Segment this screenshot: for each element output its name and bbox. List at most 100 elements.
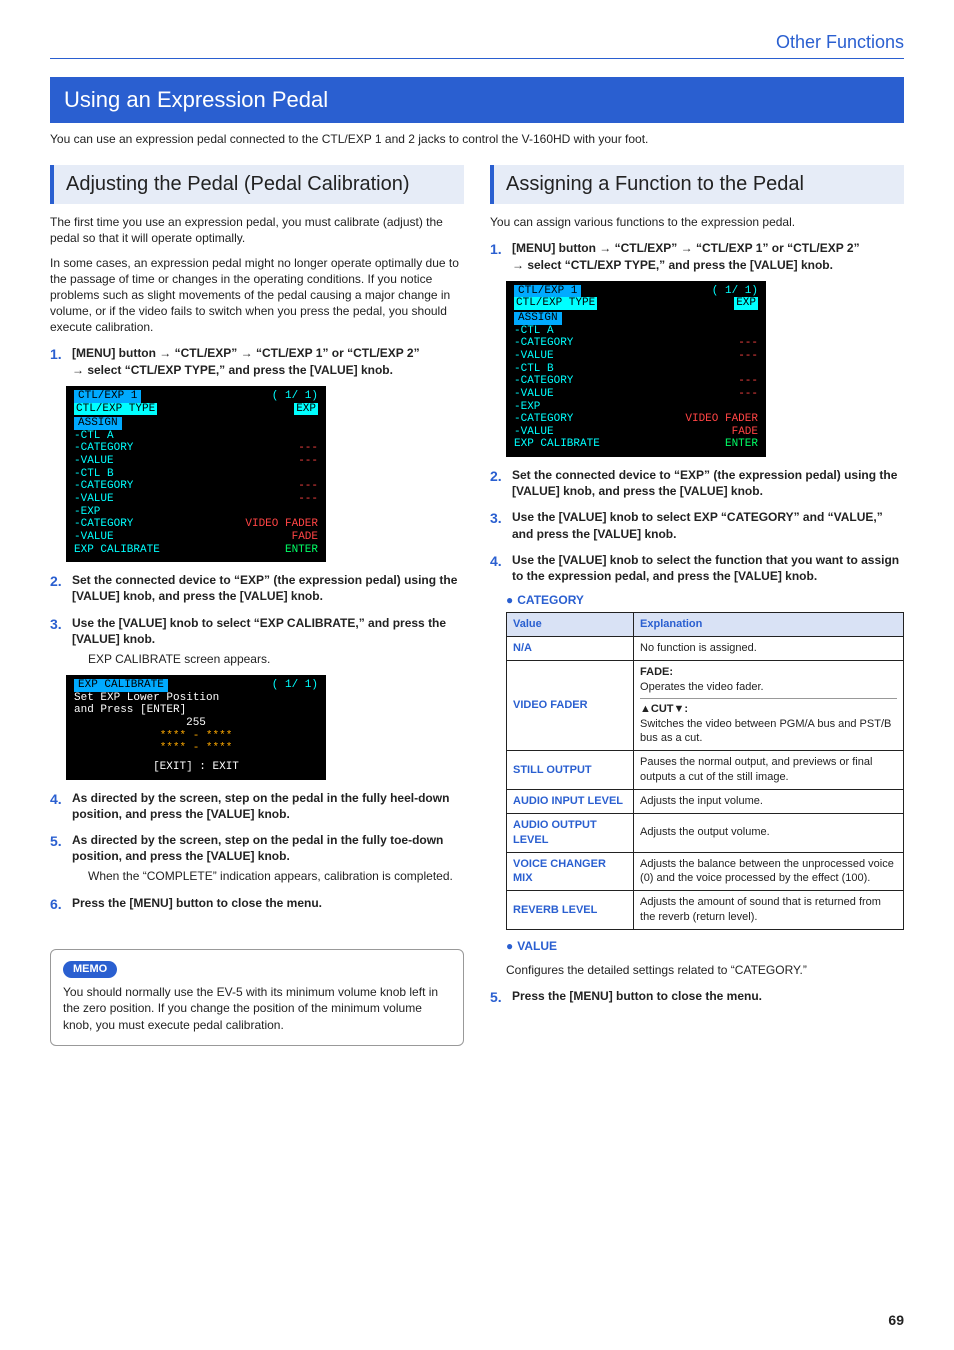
step3-after: EXP CALIBRATE screen appears. <box>88 651 464 667</box>
value-para: Configures the detailed settings related… <box>506 962 904 978</box>
ss1-r2v: --- <box>298 455 318 468</box>
memo-tag: MEMO <box>63 961 117 978</box>
category-subheading: CATEGORY <box>506 592 904 608</box>
page-number: 69 <box>888 1311 904 1330</box>
ssr-r9l: EXP CALIBRATE <box>514 438 600 451</box>
step-number: 4. <box>50 790 66 822</box>
step4-body: As directed by the screen, step on the p… <box>72 790 464 822</box>
ss1-r1v: --- <box>298 442 318 455</box>
cell-ail-v: AUDIO INPUT LEVEL <box>507 789 634 813</box>
step-number: 1. <box>490 240 506 272</box>
memo-box: MEMO You should normally use the EV-5 wi… <box>50 949 464 1045</box>
cell-rl-v: REVERB LEVEL <box>507 891 634 930</box>
cell-so-e: Pauses the normal output, and previews o… <box>634 751 904 790</box>
ssr-r7l: -CATEGORY <box>514 413 573 426</box>
ss1-type-label: CTL/EXP TYPE <box>74 403 157 416</box>
step-number: 4. <box>490 552 506 584</box>
left-column: Adjusting the Pedal (Pedal Calibration) … <box>50 165 464 1046</box>
step1-line2: → select “CTL/EXP TYPE,” and press the [… <box>72 363 393 377</box>
step-number: 5. <box>50 832 66 885</box>
left-step-5: 5. As directed by the screen, step on th… <box>50 832 464 885</box>
ssr-r7v: VIDEO FADER <box>685 413 758 426</box>
cell-vf-e: FADE: Operates the video fader. ▲CUT▼: S… <box>634 661 904 751</box>
rstep1-line2: → select “CTL/EXP TYPE,” and press the [… <box>512 258 833 272</box>
ss1-r3l: -CTL B <box>74 468 114 481</box>
ss1-r0l: -CTL A <box>74 430 114 443</box>
cell-na-v: N/A <box>507 637 634 661</box>
step2-body: Set the connected device to “EXP” (the e… <box>72 572 464 604</box>
step-number: 6. <box>50 895 66 914</box>
step-number: 3. <box>490 509 506 541</box>
vf-e1: FADE: <box>640 666 673 678</box>
cell-aol-v: AUDIO OUTPUT LEVEL <box>507 813 634 852</box>
left-heading: Adjusting the Pedal (Pedal Calibration) <box>50 165 464 204</box>
ssr-r4l: -CATEGORY <box>514 375 573 388</box>
cell-rl-e: Adjusts the amount of sound that is retu… <box>634 891 904 930</box>
cell-vcm-e: Adjusts the balance between the unproces… <box>634 852 904 891</box>
step-number: 5. <box>490 988 506 1007</box>
vf-e2: Operates the video fader. <box>640 680 897 695</box>
step6-body: Press the [MENU] button to close the men… <box>72 895 464 914</box>
right-column: Assigning a Function to the Pedal You ca… <box>490 165 904 1046</box>
ss1-r9l: EXP CALIBRATE <box>74 544 160 557</box>
right-step-5: 5. Press the [MENU] button to close the … <box>490 988 904 1007</box>
step-number: 2. <box>50 572 66 604</box>
ss1-title: CTL/EXP 1 <box>74 390 141 403</box>
ss1-r5v: --- <box>298 493 318 506</box>
left-p2: In some cases, an expression pedal might… <box>50 255 464 336</box>
step-number: 2. <box>490 467 506 499</box>
ss1-r9v: ENTER <box>285 544 318 557</box>
right-p1: You can assign various functions to the … <box>490 214 904 230</box>
right-step-4: 4. Use the [VALUE] knob to select the fu… <box>490 552 904 584</box>
ssr-r9v: ENTER <box>725 438 758 451</box>
screenshot-exp-calibrate: EXP CALIBRATE ( 1/ 1) Set EXP Lower Posit… <box>66 675 326 779</box>
ss1-r2l: -VALUE <box>74 455 114 468</box>
ss2-page: ( 1/ 1) <box>272 679 318 692</box>
cell-ail-e: Adjusts the input volume. <box>634 789 904 813</box>
ssr-type-label: CTL/EXP TYPE <box>514 297 597 310</box>
ss2-line1: Set EXP Lower Position <box>74 692 318 705</box>
rstep4-body: Use the [VALUE] knob to select the funct… <box>512 552 904 584</box>
ss1-r7v: VIDEO FADER <box>245 518 318 531</box>
ssr-assign: ASSIGN <box>514 312 562 325</box>
ssr-r0l: -CTL A <box>514 325 554 338</box>
ss2-bars2: **** - **** <box>74 742 318 755</box>
ssr-page: ( 1/ 1) <box>712 285 758 298</box>
right-step-2: 2. Set the connected device to “EXP” (th… <box>490 467 904 499</box>
cell-na-e: No function is assigned. <box>634 637 904 661</box>
ss1-r5l: -VALUE <box>74 493 114 506</box>
category-table: Value Explanation N/A No function is ass… <box>506 612 904 930</box>
ssr-r3l: -CTL B <box>514 363 554 376</box>
right-step-1: 1. [MENU] button → “CTL/EXP” → “CTL/EXP … <box>490 240 904 272</box>
ssr-type-val: EXP <box>734 297 758 310</box>
page-title-bar: Using an Expression Pedal <box>50 77 904 123</box>
th-explanation: Explanation <box>634 613 904 637</box>
cell-vf-v: VIDEO FADER <box>507 661 634 751</box>
ss1-type-val: EXP <box>294 403 318 416</box>
left-p1: The first time you use an expression ped… <box>50 214 464 246</box>
cell-aol-e: Adjusts the output volume. <box>634 813 904 852</box>
step-number: 3. <box>50 615 66 668</box>
ssr-r5v: --- <box>738 388 758 401</box>
screenshot-ctl-exp-right: CTL/EXP 1( 1/ 1) CTL/EXP TYPEEXP ASSIGN … <box>506 281 766 457</box>
step5-after: When the “COMPLETE” indication appears, … <box>88 868 464 884</box>
right-heading: Assigning a Function to the Pedal <box>490 165 904 204</box>
ss1-r8v: FADE <box>292 531 318 544</box>
left-step-4: 4. As directed by the screen, step on th… <box>50 790 464 822</box>
rstep2-body: Set the connected device to “EXP” (the e… <box>512 467 904 499</box>
ss2-title: EXP CALIBRATE <box>74 679 168 692</box>
section-header: Other Functions <box>50 30 904 58</box>
th-value: Value <box>507 613 634 637</box>
intro-paragraph: You can use an expression pedal connecte… <box>50 131 904 147</box>
step-number: 1. <box>50 345 66 377</box>
ss2-exit: [EXIT] : EXIT <box>74 761 318 774</box>
table-row: AUDIO INPUT LEVEL Adjusts the input volu… <box>507 789 904 813</box>
value-subheading: VALUE <box>506 938 904 954</box>
ss1-r4l: -CATEGORY <box>74 480 133 493</box>
ss2-line2: and Press [ENTER] <box>74 704 318 717</box>
table-row: AUDIO OUTPUT LEVEL Adjusts the output vo… <box>507 813 904 852</box>
ssr-r1v: --- <box>738 337 758 350</box>
table-row: REVERB LEVEL Adjusts the amount of sound… <box>507 891 904 930</box>
ssr-r4v: --- <box>738 375 758 388</box>
screenshot-ctl-exp: CTL/EXP 1( 1/ 1) CTL/EXP TYPEEXP ASSIGN … <box>66 386 326 562</box>
